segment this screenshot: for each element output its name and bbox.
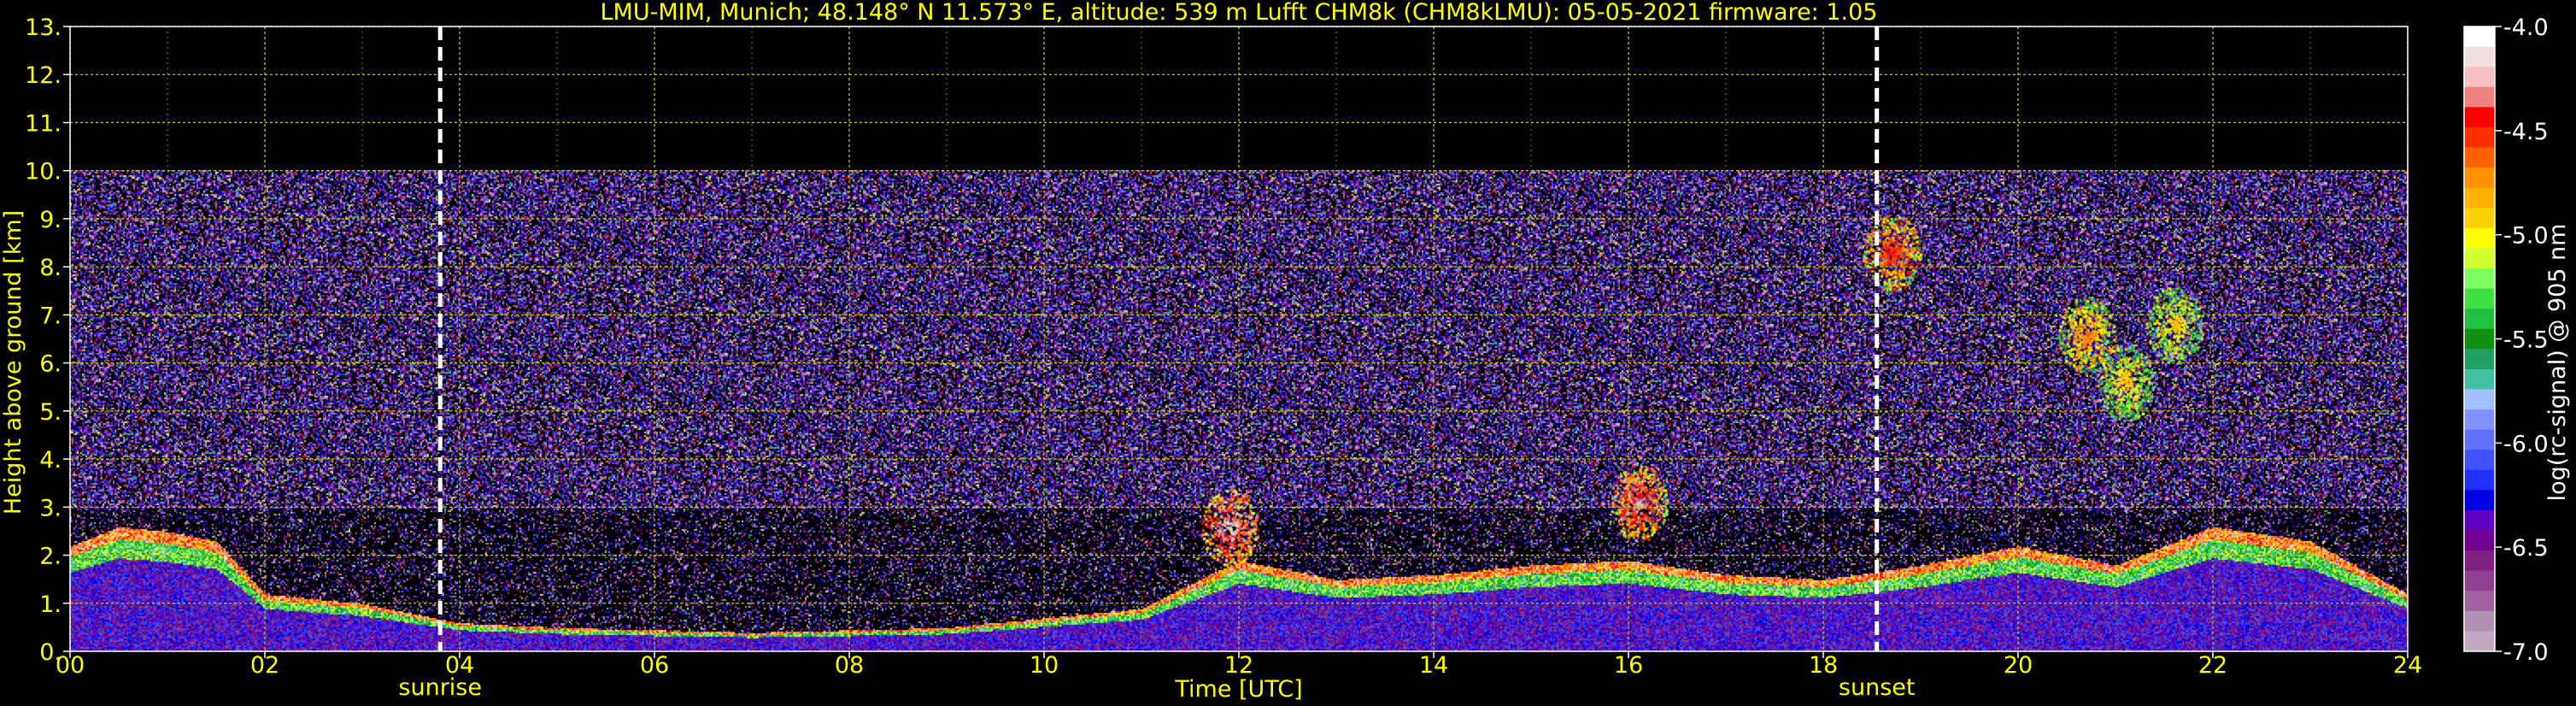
colorbar-tick-label: -4.5 [2503, 119, 2549, 145]
colorbar-segment [2464, 450, 2495, 471]
y-tick-label: 1. [39, 591, 62, 618]
colorbar-segment [2464, 46, 2495, 68]
colorbar-segment [2464, 631, 2495, 652]
colorbar-segment [2464, 591, 2495, 612]
colorbar-segment [2464, 490, 2495, 511]
colorbar-segment [2464, 268, 2495, 290]
ceilometer-chart: LMU-MIM, Munich; 48.148° N 11.573° E, al… [0, 0, 2576, 706]
x-tick-label: 18 [1809, 652, 1838, 679]
x-tick-label: 20 [2004, 652, 2033, 679]
colorbar-segment [2464, 550, 2495, 572]
y-tick-label: 8. [39, 255, 62, 281]
colorbar-segment [2464, 509, 2495, 532]
colorbar-segment [2464, 288, 2495, 309]
y-tick-label: 11. [25, 110, 62, 137]
colorbar-segment [2464, 389, 2495, 410]
colorbar-segment [2464, 126, 2495, 149]
colorbar-segment [2464, 248, 2495, 269]
chart-title: LMU-MIM, Munich; 48.148° N 11.573° E, al… [601, 0, 1878, 26]
y-tick-label: 3. [39, 495, 62, 521]
y-tick-label: 9. [39, 207, 62, 233]
x-tick-label: 14 [1419, 652, 1448, 679]
colorbar-tick-label: -6.0 [2503, 431, 2549, 457]
colorbar-segment [2464, 530, 2495, 551]
colorbar-segment [2464, 26, 2495, 48]
colorbar-segment [2464, 610, 2495, 632]
y-axis-label: Height above ground [km] [0, 210, 26, 515]
colorbar-tick-label: -5.5 [2503, 327, 2549, 354]
x-tick-label: 22 [2198, 652, 2227, 679]
colorbar-segment [2464, 67, 2495, 88]
colorbar-segment [2464, 570, 2495, 591]
colorbar-segment [2464, 328, 2495, 350]
y-tick-label: 6. [39, 351, 62, 378]
y-tick-label: 12. [25, 62, 62, 89]
colorbar-segment [2464, 147, 2495, 168]
x-tick-label: 08 [835, 652, 864, 679]
x-axis-label: Time [UTC] [1174, 676, 1302, 703]
colorbar-segment [2464, 208, 2495, 229]
colorbar-segment [2464, 86, 2495, 108]
colorbar-segment [2464, 227, 2495, 249]
y-tick-label: 5. [39, 399, 62, 426]
y-tick-label: 13. [25, 15, 62, 41]
colorbar-tick-label: -7.0 [2503, 639, 2549, 666]
x-tick-label: 16 [1614, 652, 1643, 679]
x-tick-label: 04 [445, 652, 474, 679]
colorbar-tick-label: -5.0 [2503, 223, 2549, 250]
colorbar-segment [2464, 187, 2495, 209]
sunset-label: sunset [1839, 674, 1916, 701]
y-tick-label: 10. [25, 159, 62, 185]
colorbar-segment [2464, 107, 2495, 128]
x-tick-label: 10 [1030, 652, 1059, 679]
y-tick-label: 7. [39, 303, 62, 329]
colorbar-segment [2464, 309, 2495, 330]
colorbar-tick-label: -4.0 [2503, 15, 2549, 41]
colorbar-segment [2464, 368, 2495, 391]
colorbar-segment [2464, 469, 2495, 491]
colorbar-tick-label: -6.5 [2503, 535, 2549, 562]
y-tick-label: 2. [39, 544, 62, 570]
colorbar-segment [2464, 168, 2495, 189]
x-tick-label: 24 [2393, 652, 2422, 679]
colorbar-segment [2464, 349, 2495, 370]
x-tick-label: 02 [250, 652, 279, 679]
colorbar-label: log(rc-signal) @ 905 nm [2544, 224, 2571, 502]
x-tick-label: 06 [640, 652, 669, 679]
colorbar-segment [2464, 429, 2495, 450]
x-tick-label: 12 [1224, 652, 1253, 679]
y-tick-label: 0. [39, 639, 62, 666]
y-tick-label: 4. [39, 447, 62, 474]
colorbar-segment [2464, 409, 2495, 431]
